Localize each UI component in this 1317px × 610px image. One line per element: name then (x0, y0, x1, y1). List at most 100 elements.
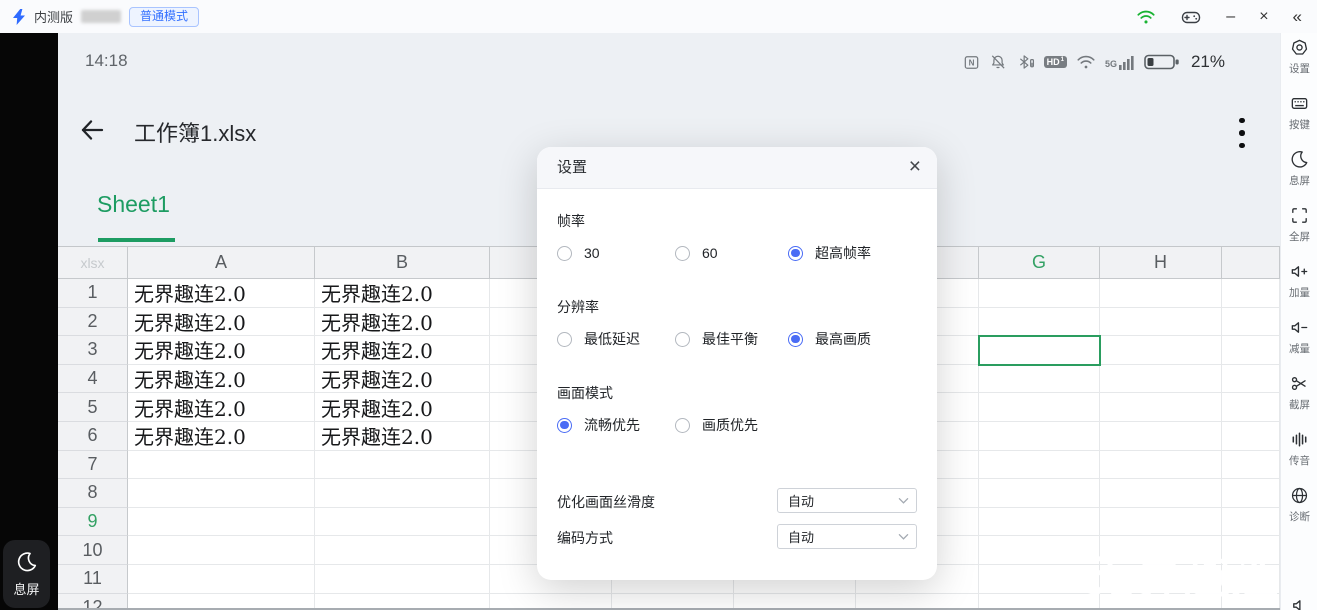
radio-option-超高帧率[interactable]: 超高帧率 (788, 243, 871, 263)
radio-option-流畅优先[interactable]: 流畅优先 (557, 415, 640, 435)
cell-B8[interactable] (315, 479, 490, 508)
cell-B1[interactable]: 无界趣连2.0 (315, 279, 490, 308)
radio-option-画质优先[interactable]: 画质优先 (675, 415, 758, 435)
row-header-4[interactable]: 4 (58, 364, 128, 394)
collapse-sidebar-button[interactable]: « (1293, 8, 1303, 25)
cell-B6[interactable]: 无界趣连2.0 (315, 421, 490, 451)
cell-G10[interactable] (979, 536, 1100, 565)
cell-A7[interactable] (128, 450, 315, 480)
row-header-10[interactable]: 10 (58, 536, 128, 565)
cell-G5[interactable] (979, 393, 1100, 422)
row-header-7[interactable]: 7 (58, 450, 128, 480)
cell-B9[interactable] (315, 507, 490, 537)
sidebar-item-audio[interactable]: 传音 (1281, 429, 1317, 468)
cell-x9[interactable] (1222, 507, 1280, 537)
close-window-button[interactable]: × (1259, 8, 1268, 25)
cell-A6[interactable]: 无界趣连2.0 (128, 421, 315, 451)
cell-B4[interactable]: 无界趣连2.0 (315, 364, 490, 394)
row-header-6[interactable]: 6 (58, 421, 128, 451)
cell-B5[interactable]: 无界趣连2.0 (315, 393, 490, 422)
radio-option-30[interactable]: 30 (557, 243, 600, 263)
row-header-9[interactable]: 9 (58, 507, 128, 537)
gamepad-icon[interactable] (1180, 6, 1202, 28)
radio-icon[interactable] (557, 245, 572, 261)
cell-A4[interactable]: 无界趣连2.0 (128, 364, 315, 394)
cell-B3[interactable]: 无界趣连2.0 (315, 336, 490, 365)
cell-H8[interactable] (1100, 479, 1222, 508)
cell-G7[interactable] (979, 450, 1100, 480)
cell-A10[interactable] (128, 536, 315, 565)
radio-icon[interactable] (675, 417, 690, 433)
cell-x2[interactable] (1222, 307, 1280, 337)
sheet-tab[interactable]: Sheet1 (97, 191, 170, 218)
cell-x5[interactable] (1222, 393, 1280, 422)
cell-H6[interactable] (1100, 421, 1222, 451)
cell-x7[interactable] (1222, 450, 1280, 480)
cell-G2[interactable] (979, 307, 1100, 337)
column-header-G[interactable]: G (979, 247, 1100, 279)
cell-H7[interactable] (1100, 450, 1222, 480)
cell-A3[interactable]: 无界趣连2.0 (128, 336, 315, 365)
row-header-1[interactable]: 1 (58, 279, 128, 308)
radio-option-60[interactable]: 60 (675, 243, 718, 263)
cell-H3[interactable] (1100, 336, 1222, 365)
radio-icon[interactable] (675, 245, 690, 261)
mode-badge[interactable]: 普通模式 (129, 6, 200, 27)
sidebar-item-volume-down[interactable]: 减量 (1281, 317, 1317, 356)
cell-B2[interactable]: 无界趣连2.0 (315, 307, 490, 337)
cell-G8[interactable] (979, 479, 1100, 508)
selected-cell-G3[interactable] (978, 335, 1101, 366)
sidebar-item-screenshot[interactable]: 截屏 (1281, 373, 1317, 412)
cell-B10[interactable] (315, 536, 490, 565)
sidebar-item-settings[interactable]: 设置 (1281, 37, 1317, 76)
sidebar-item-volume-up[interactable]: 加量 (1281, 261, 1317, 300)
sidebar-item-screen-off[interactable]: 息屏 (1281, 149, 1317, 188)
row-header-2[interactable]: 2 (58, 307, 128, 337)
cell-x3[interactable] (1222, 336, 1280, 365)
radio-selected-icon[interactable] (557, 417, 572, 433)
cell-A5[interactable]: 无界趣连2.0 (128, 393, 315, 422)
cell-B7[interactable] (315, 450, 490, 480)
corner-cell[interactable]: xlsx (58, 247, 128, 279)
overflow-menu-button[interactable] (1234, 112, 1250, 154)
radio-option-最佳平衡[interactable]: 最佳平衡 (675, 329, 758, 349)
row-header-3[interactable]: 3 (58, 336, 128, 365)
radio-selected-icon[interactable] (788, 245, 803, 261)
cell-B11[interactable] (315, 564, 490, 594)
column-header-cut[interactable] (1222, 247, 1280, 279)
cell-x1[interactable] (1222, 279, 1280, 308)
cell-H5[interactable] (1100, 393, 1222, 422)
cell-A2[interactable]: 无界趣连2.0 (128, 307, 315, 337)
cell-H4[interactable] (1100, 364, 1222, 394)
cell-x4[interactable] (1222, 364, 1280, 394)
cell-A1[interactable]: 无界趣连2.0 (128, 279, 315, 308)
radio-icon[interactable] (675, 331, 690, 347)
cell-G11[interactable] (979, 564, 1100, 594)
cell-H1[interactable] (1100, 279, 1222, 308)
cell-H9[interactable] (1100, 507, 1222, 537)
sidebar-item-keys[interactable]: 按键 (1281, 93, 1317, 132)
row-header-11[interactable]: 11 (58, 564, 128, 594)
row-header-5[interactable]: 5 (58, 393, 128, 422)
column-header-H[interactable]: H (1100, 247, 1222, 279)
cell-A8[interactable] (128, 479, 315, 508)
dropdown-2[interactable]: 自动 (777, 524, 917, 549)
cell-G9[interactable] (979, 507, 1100, 537)
back-arrow-button[interactable] (78, 117, 106, 143)
cell-x8[interactable] (1222, 479, 1280, 508)
dialog-close-button[interactable]: × (909, 155, 921, 179)
column-header-A[interactable]: A (128, 247, 315, 279)
column-header-B[interactable]: B (315, 247, 490, 279)
radio-icon[interactable] (557, 331, 572, 347)
cell-A11[interactable] (128, 564, 315, 594)
row-header-8[interactable]: 8 (58, 479, 128, 508)
cell-H2[interactable] (1100, 307, 1222, 337)
minimize-button[interactable]: – (1226, 8, 1235, 25)
cell-G1[interactable] (979, 279, 1100, 308)
sidebar-item-diagnosis[interactable]: 诊断 (1281, 485, 1317, 524)
cell-x6[interactable] (1222, 421, 1280, 451)
radio-option-最低延迟[interactable]: 最低延迟 (557, 329, 640, 349)
radio-option-最高画质[interactable]: 最高画质 (788, 329, 871, 349)
sidebar-item-fullscreen[interactable]: 全屏 (1281, 205, 1317, 244)
cell-A9[interactable] (128, 507, 315, 537)
